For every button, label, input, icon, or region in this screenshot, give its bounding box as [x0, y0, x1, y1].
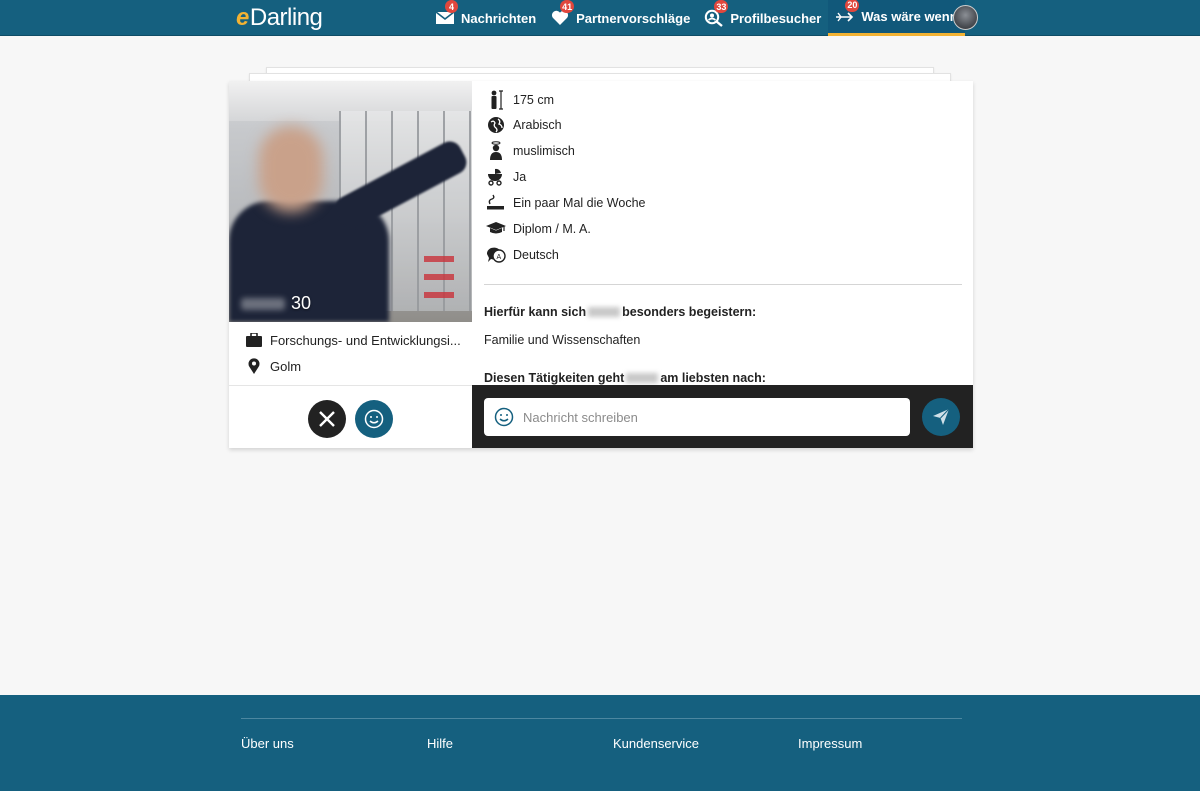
smile-button[interactable] [355, 400, 393, 438]
footer-link-ueber-uns[interactable]: Über uns [241, 736, 294, 751]
attribute-languages: A Deutsch [486, 245, 559, 265]
envelope-icon: 4 [435, 0, 458, 28]
logo-text: Darling [249, 4, 323, 31]
location-row: Golm [246, 358, 466, 374]
nav-item-nachrichten[interactable]: 4 Nachrichten [428, 0, 543, 36]
nav-label: Profilbesucher [730, 10, 822, 26]
interests-heading-pre: Hierfür kann sich [484, 305, 587, 319]
nav-label: Nachrichten [461, 10, 537, 26]
blurred-name [626, 373, 659, 383]
attribute-smoking: Ein paar Mal die Woche [486, 193, 645, 213]
footer-link-hilfe[interactable]: Hilfe [427, 736, 453, 751]
attribute-education: Diplom / M. A. [486, 219, 591, 239]
attribute-value: muslimisch [513, 144, 575, 158]
globe-icon [486, 115, 506, 135]
interests-heading: Hierfür kann sich besonders begeistern: [484, 305, 756, 319]
interests-text: Familie und Wissenschaften [484, 333, 641, 347]
main-nav: 4 Nachrichten 41 Partnervorschläge 33 Pr… [428, 0, 965, 36]
language-icon: A [486, 245, 506, 265]
attribute-children-wish: Ja [486, 167, 526, 187]
attribute-value: Ein paar Mal die Woche [513, 196, 646, 210]
svg-text:A: A [497, 254, 502, 261]
nav-label: Partnervorschläge [576, 10, 691, 26]
blurred-name [588, 307, 621, 317]
close-icon [319, 411, 335, 427]
profile-name-age: 30 [241, 293, 311, 314]
arrow-target-icon: 20 [835, 0, 860, 27]
nav-item-was-waere-wenn[interactable]: 20 Was wäre wenn [828, 0, 965, 36]
nav-item-profilbesucher[interactable]: 33 Profilbesucher [697, 0, 828, 36]
user-avatar[interactable] [953, 5, 978, 30]
location-pin-icon [246, 358, 262, 374]
visitor-search-icon: 33 [704, 0, 729, 28]
smiley-icon [364, 409, 384, 429]
reject-button[interactable] [308, 400, 346, 438]
height-icon [486, 90, 506, 110]
location-text: Golm [270, 358, 302, 374]
attribute-value: Ja [513, 170, 527, 184]
briefcase-icon [246, 332, 262, 348]
edarling-logo[interactable]: e Darling [236, 4, 323, 31]
profile-photo[interactable]: 30 [229, 81, 472, 322]
attribute-religion: muslimisch [486, 141, 575, 161]
occupation-row: Forschungs- und Entwicklungsi... [246, 332, 466, 348]
activities-heading-post: am liebsten nach: [660, 371, 766, 385]
activities-heading-pre: Diesen Tätigkeiten geht [484, 371, 625, 385]
logo-prefix: e [236, 4, 249, 31]
emoji-icon[interactable] [493, 406, 515, 428]
attribute-language-origin: Arabisch [486, 115, 562, 135]
nav-label: Was wäre wenn [861, 9, 958, 24]
footer-link-impressum[interactable]: Impressum [798, 736, 862, 751]
stroller-icon [486, 167, 506, 187]
footer: Über uns Hilfe Kundenservice Impressum [0, 695, 1200, 791]
attribute-value: 175 cm [513, 93, 554, 107]
message-input-box[interactable] [484, 398, 910, 436]
attribute-value: Diplom / M. A. [513, 222, 591, 236]
nav-badge: 41 [560, 0, 575, 13]
religion-icon [486, 141, 506, 161]
profile-age: 30 [291, 293, 312, 313]
send-icon [933, 408, 950, 425]
attribute-value: Deutsch [513, 248, 559, 262]
photo-person [259, 126, 323, 212]
message-compose-bar [472, 385, 973, 448]
footer-link-kundenservice[interactable]: Kundenservice [613, 736, 699, 751]
graduation-cap-icon [486, 219, 506, 239]
nav-badge: 4 [445, 0, 458, 13]
activities-heading: Diesen Tätigkeiten geht am liebsten nach… [484, 371, 766, 385]
message-input[interactable] [523, 409, 883, 425]
top-navigation-bar: e Darling 4 Nachrichten 41 Partnervorschl… [0, 0, 1200, 36]
profile-actions [229, 385, 472, 448]
smoking-icon [486, 193, 506, 213]
photo-background [424, 256, 454, 306]
nav-badge: 20 [845, 0, 860, 12]
occupation-text: Forschungs- und Entwicklungsi... [270, 332, 461, 348]
footer-divider [241, 718, 962, 719]
nav-badge: 33 [714, 0, 729, 13]
blurred-name [241, 297, 285, 310]
attribute-value: Arabisch [513, 118, 562, 132]
nav-item-partnervorschlaege[interactable]: 41 Partnervorschläge [543, 0, 697, 36]
profile-card: 30 Forschungs- und Entwicklungsi... Golm… [229, 81, 973, 448]
profile-details[interactable]: 175 cm Arabisch muslimisch Ja Ein paar M… [472, 81, 973, 385]
interests-heading-post: besonders begeistern: [622, 305, 757, 319]
heart-icon: 41 [550, 0, 575, 28]
attribute-height: 175 cm [486, 90, 554, 110]
section-divider [484, 284, 962, 285]
send-button[interactable] [922, 398, 960, 436]
